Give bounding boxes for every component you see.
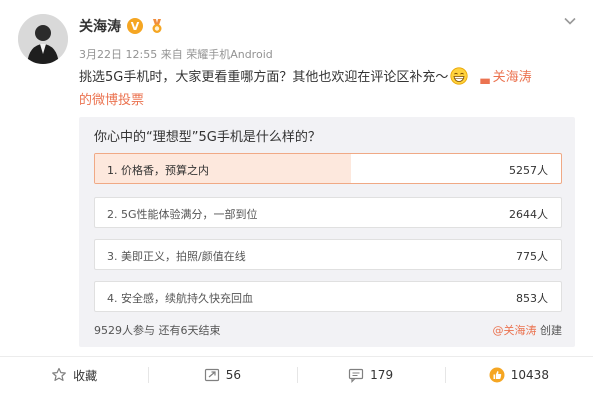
poll-option-2[interactable]: 2. 5G性能体验满分，一部到位 2644人 bbox=[94, 197, 562, 228]
poll-option-3-count: 775人 bbox=[516, 250, 548, 263]
source-prefix: 来自 bbox=[160, 48, 183, 61]
poll-option-4-count: 853人 bbox=[516, 292, 548, 305]
like-count: 10438 bbox=[510, 368, 549, 382]
verified-badge-icon: V bbox=[127, 18, 143, 34]
comment-button[interactable]: 179 bbox=[296, 357, 445, 393]
poll-creator-link[interactable]: @关海涛 bbox=[493, 324, 537, 337]
poll-option-3[interactable]: 3. 美即正义，拍照/颜值在线 775人 bbox=[94, 239, 562, 270]
avatar-image bbox=[18, 14, 68, 64]
post-meta: 3月22日 12:55 来自 荣耀手机Android bbox=[79, 46, 273, 62]
favorite-button[interactable]: 收藏 bbox=[0, 357, 148, 393]
grin-emoji-icon bbox=[450, 67, 468, 85]
medal-icon[interactable] bbox=[149, 18, 165, 34]
author-name[interactable]: 关海涛 bbox=[79, 16, 121, 36]
poll-option-4[interactable]: 4. 安全感，续航持久快充回血 853人 bbox=[94, 281, 562, 312]
comment-count: 179 bbox=[370, 368, 394, 382]
poll-question: 你心中的“理想型”5G手机是什么样的？ bbox=[94, 130, 321, 145]
poll-option-1[interactable]: 1. 价格香，预算之内 5257人 bbox=[94, 153, 562, 184]
poll-creator: @关海涛 创建 bbox=[493, 322, 563, 338]
poll-option-1-label: 1. 价格香，预算之内 bbox=[107, 164, 209, 177]
vote-icon: ▃ bbox=[480, 70, 490, 84]
chevron-down-icon[interactable] bbox=[563, 14, 577, 28]
poll-card: 你心中的“理想型”5G手机是什么样的？ 1. 价格香，预算之内 5257人 2.… bbox=[79, 117, 575, 347]
thumbs-up-icon bbox=[489, 367, 505, 383]
star-icon bbox=[52, 367, 67, 381]
like-button[interactable]: 10438 bbox=[444, 357, 593, 393]
poll-option-4-label: 4. 安全感，续航持久快充回血 bbox=[107, 292, 253, 305]
post-text: 挑选5G手机时，大家更看重哪方面？其他也欢迎在评论区补充～ ▃ 关海涛的微博投票 bbox=[79, 66, 569, 112]
action-bar: 收藏 56 179 10438 bbox=[0, 357, 593, 393]
avatar[interactable] bbox=[18, 14, 68, 64]
post-source: 荣耀手机Android bbox=[186, 48, 273, 61]
poll-creator-suffix: 创建 bbox=[540, 324, 562, 337]
poll-option-2-count: 2644人 bbox=[509, 208, 548, 221]
repost-count: 56 bbox=[225, 368, 242, 382]
post-body: 挑选5G手机时，大家更看重哪方面？其他也欢迎在评论区补充～ bbox=[79, 70, 449, 85]
repost-button[interactable]: 56 bbox=[148, 357, 296, 393]
vote-link-text[interactable]: 的微博投票 bbox=[79, 93, 144, 108]
poll-option-3-label: 3. 美即正义，拍照/颜值在线 bbox=[107, 250, 246, 263]
post-date[interactable]: 3月22日 12:55 bbox=[79, 48, 157, 61]
favorite-label: 收藏 bbox=[73, 368, 98, 383]
repost-icon bbox=[204, 368, 219, 382]
vote-link-author[interactable]: 关海涛 bbox=[493, 70, 532, 85]
poll-participation: 9529人参与 还有6天结束 bbox=[94, 324, 221, 337]
poll-option-2-label: 2. 5G性能体验满分，一部到位 bbox=[107, 208, 258, 221]
comment-icon bbox=[349, 368, 364, 383]
poll-option-1-count: 5257人 bbox=[509, 164, 548, 177]
